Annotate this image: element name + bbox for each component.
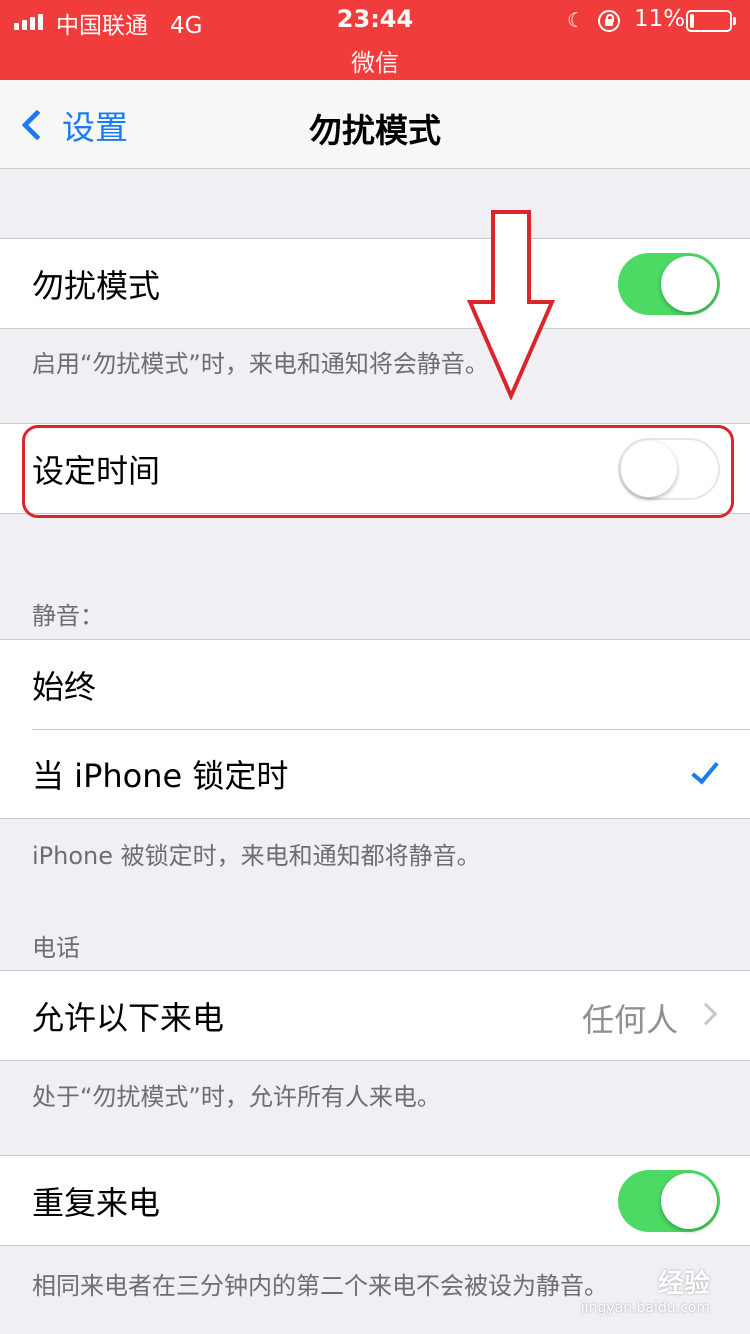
toggle-knob	[661, 1173, 717, 1229]
silence-option-label: 始终	[32, 667, 97, 706]
dnd-group: 勿扰模式	[0, 238, 750, 329]
repeated-footer: 相同来电者在三分钟内的第二个来电不会被设为静音。	[32, 1272, 608, 1300]
toggle-knob	[661, 256, 717, 312]
moon-icon: ☾	[567, 8, 585, 32]
silence-group: 始终 当 iPhone 锁定时	[0, 639, 750, 819]
orientation-lock-icon	[598, 10, 620, 32]
silence-option-locked[interactable]: 当 iPhone 锁定时	[0, 729, 750, 818]
allow-calls-label: 允许以下来电	[32, 998, 225, 1037]
allow-calls-cell[interactable]: 允许以下来电 任何人	[0, 971, 750, 1060]
status-bar: 中国联通 4G 23:44 微信 ☾ 11%	[0, 0, 750, 80]
watermark-text: 经验	[657, 1269, 710, 1299]
battery-percent: 11%	[634, 6, 686, 32]
highlight-box-annotation	[22, 425, 734, 518]
dnd-cell: 勿扰模式	[0, 239, 750, 328]
battery-level	[690, 14, 694, 28]
silence-option-always[interactable]: 始终	[0, 640, 750, 729]
silence-option-label: 当 iPhone 锁定时	[32, 756, 289, 795]
silence-header: 静音：	[32, 602, 104, 630]
phone-header: 电话	[32, 934, 80, 962]
dnd-toggle[interactable]	[618, 253, 720, 315]
dnd-footer: 启用“勿扰模式”时，来电和通知将会静音。	[32, 350, 489, 378]
chevron-right-icon	[694, 1002, 718, 1026]
repeated-group: 重复来电	[0, 1155, 750, 1246]
page-title: 勿扰模式	[309, 111, 441, 150]
phone-group: 允许以下来电 任何人	[0, 970, 750, 1061]
silence-footer: iPhone 被锁定时，来电和通知都将静音。	[32, 842, 481, 870]
dnd-label: 勿扰模式	[32, 266, 161, 305]
watermark: 经验 jingyan.baidu.com	[581, 1263, 710, 1316]
battery-icon	[686, 10, 736, 32]
repeated-label: 重复来电	[32, 1183, 161, 1222]
allow-calls-value: 任何人	[581, 1001, 678, 1039]
repeated-cell: 重复来电	[0, 1156, 750, 1245]
checkmark-icon	[691, 755, 719, 785]
phone-footer: 处于“勿扰模式”时，允许所有人来电。	[32, 1083, 441, 1111]
navigation-bar: 设置 勿扰模式	[0, 80, 750, 169]
watermark-url: jingyan.baidu.com	[580, 1300, 710, 1316]
down-arrow-annotation-icon	[466, 210, 556, 400]
repeated-toggle[interactable]	[618, 1170, 720, 1232]
return-to-app[interactable]: 微信	[0, 43, 750, 78]
